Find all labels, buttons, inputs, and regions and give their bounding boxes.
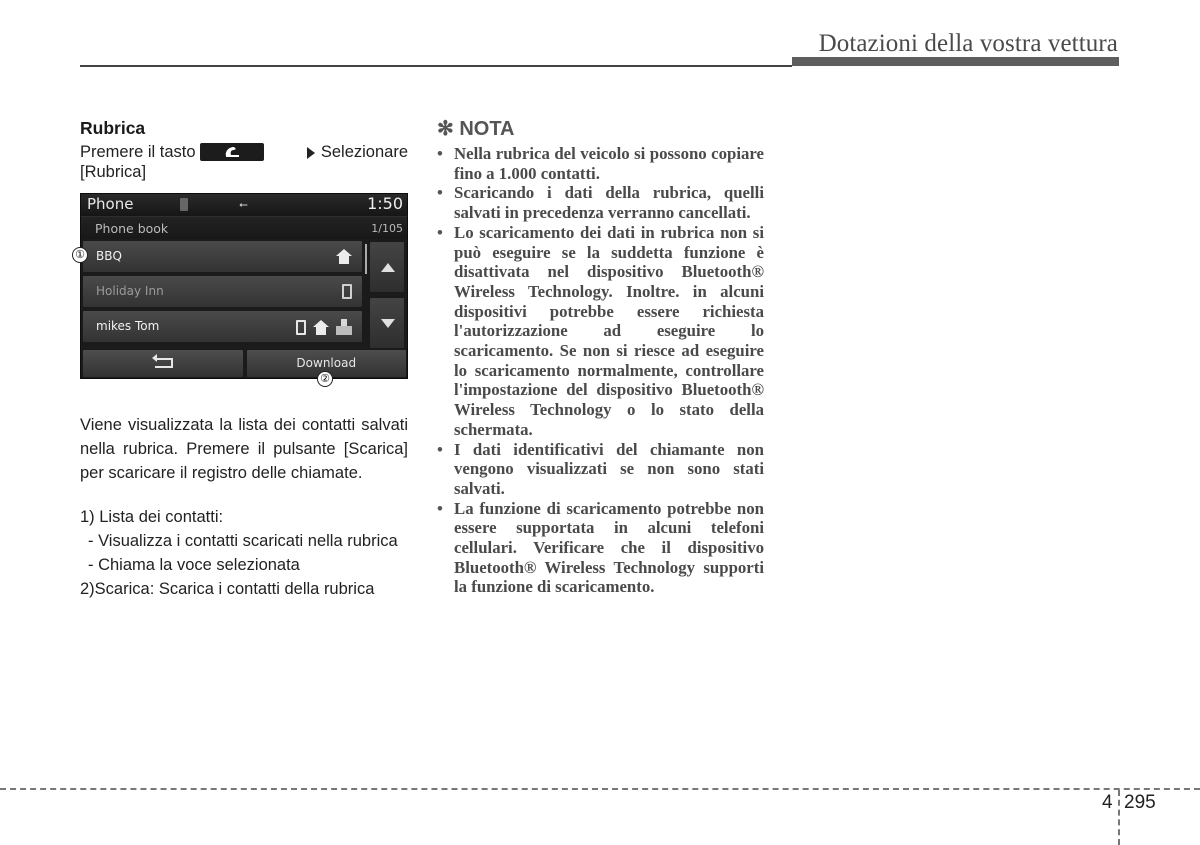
phonebook-title: Phone book bbox=[95, 221, 169, 236]
legend-item-2: 2)Scarica: Scarica i contatti della rubr… bbox=[80, 580, 375, 598]
bottom-bar: Download bbox=[82, 349, 407, 378]
note-bullet: I dati identificativi del chiamante non … bbox=[437, 440, 764, 499]
arrow-down-icon bbox=[381, 319, 395, 328]
app-title: Phone bbox=[87, 195, 134, 213]
instruction-before: Premere il tasto bbox=[80, 143, 196, 161]
phonebook-header: Phone book 1/105 bbox=[81, 216, 407, 239]
page-number: 295 bbox=[1124, 792, 1156, 813]
note-bullet: Nella rubrica del veicolo si possono cop… bbox=[437, 144, 764, 183]
legend-subitem: - Chiama la voce selezionata bbox=[88, 556, 300, 574]
mobile-icon bbox=[342, 284, 352, 299]
contact-name: Holiday Inn bbox=[96, 284, 164, 298]
arrow-right-icon bbox=[306, 146, 315, 159]
status-bar: Phone ⭠ 1:50 bbox=[81, 194, 407, 216]
back-button[interactable] bbox=[82, 349, 244, 378]
chapter-number: 4 bbox=[1102, 792, 1113, 813]
legend-subitem: - Visualizza i contatti scaricati nella … bbox=[88, 532, 398, 550]
chapter-title: Dotazioni della vostra vettura bbox=[818, 30, 1118, 57]
callout-1: ① bbox=[72, 247, 88, 263]
instruction-line2: [Rubrica] bbox=[80, 163, 147, 181]
scroll-down-button[interactable] bbox=[369, 297, 405, 349]
phone-key-button bbox=[199, 143, 264, 161]
clock: 1:50 bbox=[367, 194, 403, 213]
contact-row[interactable]: mikes Tom bbox=[82, 310, 363, 343]
instruction: Premere il tasto Selezionare [Rubrica] bbox=[80, 142, 408, 182]
callout-2: ② bbox=[317, 371, 333, 387]
footer-divider bbox=[1118, 790, 1120, 845]
contact-counter: 1/105 bbox=[371, 222, 403, 235]
note-title: ✻ NOTA bbox=[437, 118, 515, 140]
note-bullet: Scaricando i dati della rubrica, quelli … bbox=[437, 183, 764, 222]
contact-row[interactable]: BBQ bbox=[82, 240, 363, 273]
section-title: Rubrica bbox=[80, 118, 146, 138]
home-icon bbox=[313, 319, 329, 335]
note-box: ✻ NOTA Nella rubrica del veicolo si poss… bbox=[437, 116, 764, 597]
mobile-icon bbox=[296, 319, 306, 335]
section-intro: Rubrica Premere il tasto Selezionare [Ru… bbox=[80, 117, 408, 182]
home-icon bbox=[336, 249, 352, 264]
note-bullet: Lo scaricamento dei dati in rubrica non … bbox=[437, 223, 764, 440]
contact-name: mikes Tom bbox=[96, 319, 160, 333]
phonebook-screen: Phone ⭠ 1:50 Phone book 1/105 BBQ Holida… bbox=[80, 193, 408, 379]
bluetooth-icon bbox=[180, 198, 188, 211]
scroll-up-button[interactable] bbox=[369, 241, 405, 293]
legend-item-1: 1) Lista dei contatti: bbox=[80, 508, 224, 526]
arrow-up-icon bbox=[381, 263, 395, 272]
office-icon bbox=[336, 319, 352, 335]
note-bullet: La funzione di scaricamento potrebbe non… bbox=[437, 499, 764, 598]
note-list: Nella rubrica del veicolo si possono cop… bbox=[437, 144, 764, 597]
instruction-after-wrap: Selezionare bbox=[306, 142, 408, 162]
contact-row[interactable]: Holiday Inn bbox=[82, 275, 363, 308]
header-bar bbox=[792, 57, 1119, 66]
back-icon bbox=[152, 354, 173, 368]
description-paragraph: Viene visualizzata la lista dei contatti… bbox=[80, 416, 408, 482]
contact-name: BBQ bbox=[96, 249, 122, 263]
contact-list: BBQ Holiday Inn mikes Tom bbox=[82, 240, 363, 345]
phone-icon bbox=[225, 147, 239, 157]
header-rule bbox=[80, 65, 792, 67]
usb-icon: ⭠ bbox=[239, 199, 248, 211]
scrollbar[interactable] bbox=[365, 244, 367, 274]
instruction-after: Selezionare bbox=[320, 143, 408, 161]
legend-list: 1) Lista dei contatti: - Visualizza i co… bbox=[80, 505, 408, 601]
footer-rule bbox=[0, 788, 1200, 790]
